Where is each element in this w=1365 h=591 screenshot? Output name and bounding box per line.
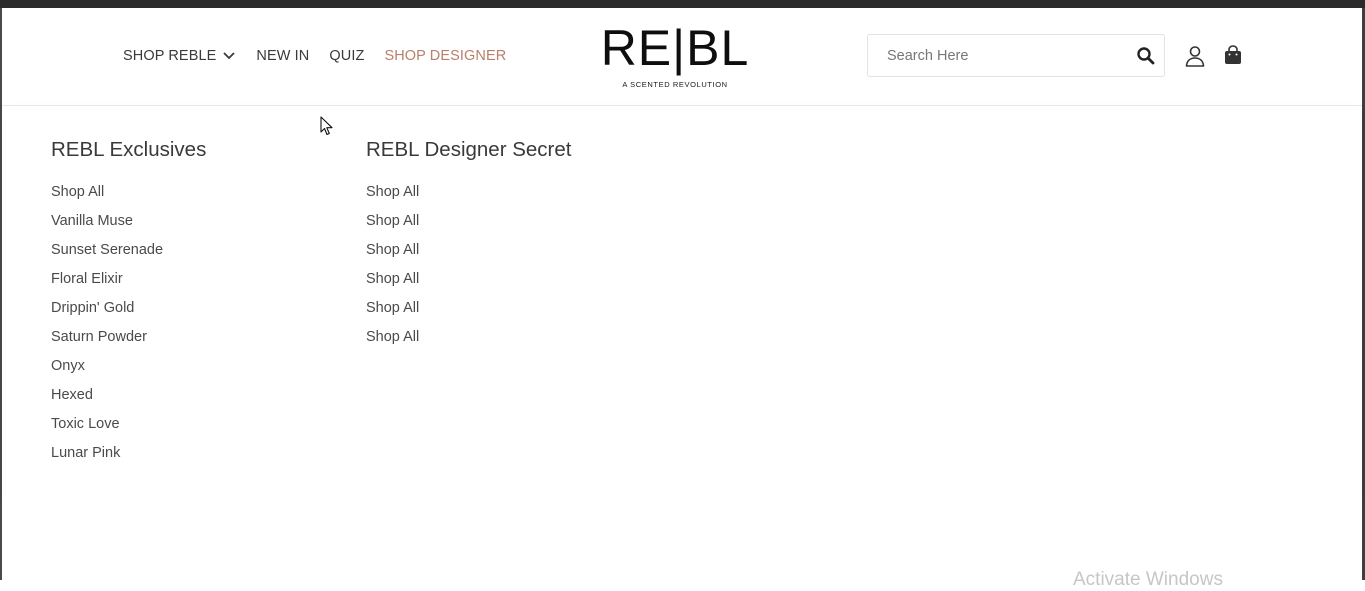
mouse-cursor-icon bbox=[320, 116, 333, 136]
menu-link[interactable]: Shop All bbox=[366, 271, 571, 300]
menu-link[interactable]: Shop All bbox=[366, 300, 571, 329]
nav-new-in[interactable]: NEW IN bbox=[256, 48, 309, 64]
menu-link[interactable]: Onyx bbox=[51, 358, 206, 387]
logo-tagline: A SCENTED REVOLUTION bbox=[622, 80, 728, 89]
menu-link[interactable]: Shop All bbox=[366, 184, 571, 213]
menu-link[interactable]: Saturn Powder bbox=[51, 329, 206, 358]
menu-link[interactable]: Floral Elixir bbox=[51, 271, 206, 300]
menu-link[interactable]: Sunset Serenade bbox=[51, 242, 206, 271]
menu-link[interactable]: Toxic Love bbox=[51, 416, 206, 445]
column-heading: REBL Designer Secret bbox=[366, 138, 572, 161]
menu-link[interactable]: Vanilla Muse bbox=[51, 213, 206, 242]
nav-shop-reble-label: SHOP REBLE bbox=[123, 48, 217, 64]
window-top-bar bbox=[0, 0, 1365, 8]
menu-link[interactable]: Shop All bbox=[366, 242, 571, 271]
mega-column-designer-secret: REBL Designer Secret Shop All Shop All S… bbox=[366, 138, 571, 358]
menu-link[interactable]: Lunar Pink bbox=[51, 445, 206, 474]
nav-shop-designer[interactable]: SHOP DESIGNER bbox=[384, 48, 506, 64]
main-nav: SHOP REBLE NEW IN QUIZ SHOP DESIGNER bbox=[123, 48, 526, 64]
site-header: SHOP REBLE NEW IN QUIZ SHOP DESIGNER RE|… bbox=[2, 8, 1362, 106]
bag-icon[interactable] bbox=[1222, 44, 1244, 66]
search-icon[interactable] bbox=[1136, 46, 1156, 66]
search-box bbox=[867, 34, 1165, 77]
activation-watermark: Activate Windows bbox=[1073, 569, 1223, 590]
nav-shop-reble[interactable]: SHOP REBLE bbox=[123, 48, 236, 64]
menu-link[interactable]: Drippin' Gold bbox=[51, 300, 206, 329]
menu-link[interactable]: Shop All bbox=[366, 213, 571, 242]
menu-link[interactable]: Shop All bbox=[366, 329, 571, 358]
logo-mark: RE|BL bbox=[600, 20, 750, 76]
menu-link[interactable]: Shop All bbox=[51, 184, 206, 213]
menu-link[interactable]: Hexed bbox=[51, 387, 206, 416]
site-logo[interactable]: RE|BL A SCENTED REVOLUTION bbox=[598, 22, 752, 94]
user-icon[interactable] bbox=[1184, 45, 1206, 67]
page-content-area bbox=[2, 495, 1362, 580]
column-heading: REBL Exclusives bbox=[51, 138, 207, 161]
mega-menu: REBL Exclusives Shop All Vanilla Muse Su… bbox=[2, 106, 1362, 495]
mega-column-exclusives: REBL Exclusives Shop All Vanilla Muse Su… bbox=[51, 138, 206, 474]
search-input[interactable] bbox=[868, 35, 1128, 76]
chevron-down-icon bbox=[223, 52, 236, 60]
nav-quiz[interactable]: QUIZ bbox=[329, 48, 364, 64]
